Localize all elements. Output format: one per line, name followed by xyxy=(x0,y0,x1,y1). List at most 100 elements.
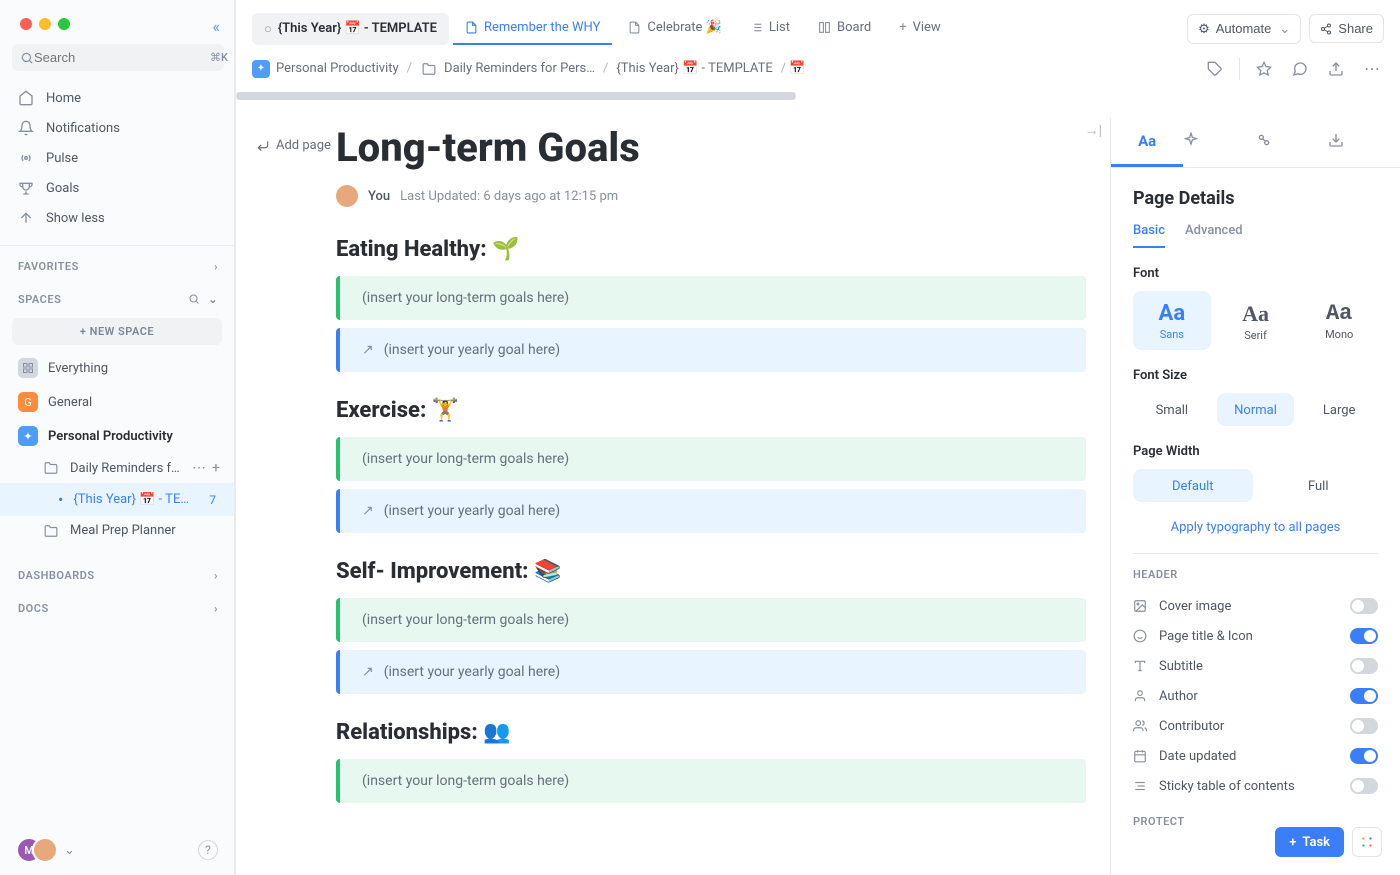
tree-personal-productivity[interactable]: ✦ Personal Productivity xyxy=(0,419,234,453)
crumb-folder[interactable]: Daily Reminders for Pers… xyxy=(420,60,595,78)
font-options: AaSans AaSerif AaMono xyxy=(1133,291,1378,350)
maximize-window-icon[interactable] xyxy=(58,18,70,30)
nav-goals[interactable]: Goals xyxy=(0,173,234,203)
docs-section[interactable]: DOCS › xyxy=(0,588,234,621)
tag-icon[interactable] xyxy=(1203,57,1227,81)
tree-everything[interactable]: Everything xyxy=(0,351,234,385)
more-icon[interactable]: ⋯ xyxy=(1360,55,1384,82)
tree-daily-reminders[interactable]: Daily Reminders f… ⋯ + xyxy=(0,453,234,483)
nav-notifications[interactable]: Notifications xyxy=(0,113,234,143)
size-normal[interactable]: Normal xyxy=(1217,393,1295,426)
row-label: Sticky table of contents xyxy=(1159,779,1295,794)
chevron-down-icon[interactable]: ⌄ xyxy=(208,293,218,306)
contributor-toggle[interactable] xyxy=(1350,718,1378,734)
row-label: Contributor xyxy=(1159,719,1224,734)
new-task-button[interactable]: + Task xyxy=(1275,827,1344,857)
favorites-section[interactable]: FAVORITES › xyxy=(0,246,234,279)
author-toggle[interactable] xyxy=(1350,688,1378,704)
new-space-button[interactable]: + NEW SPACE xyxy=(12,318,222,345)
help-icon[interactable]: ? xyxy=(198,840,218,860)
date-updated-toggle[interactable] xyxy=(1350,748,1378,764)
section-label: SPACES xyxy=(18,293,61,306)
subtab-basic[interactable]: Basic xyxy=(1133,223,1165,248)
search-icon[interactable] xyxy=(188,293,200,306)
page-title[interactable]: Long-term Goals xyxy=(336,124,1086,171)
tab-list[interactable]: List xyxy=(738,12,802,45)
folder-icon xyxy=(44,461,60,475)
document-body[interactable]: Long-term Goals You Last Updated: 6 days… xyxy=(336,118,1110,875)
relationships-tab[interactable] xyxy=(1256,118,1328,167)
page-width-label: Page Width xyxy=(1133,444,1378,459)
star-icon[interactable] xyxy=(1252,57,1276,81)
arrow-up-right-icon: ↗ xyxy=(362,664,374,680)
longterm-callout[interactable]: (insert your long-term goals here) xyxy=(336,276,1086,320)
comment-icon[interactable] xyxy=(1288,57,1312,81)
longterm-callout[interactable]: (insert your long-term goals here) xyxy=(336,598,1086,642)
more-icon[interactable]: ⋯ xyxy=(192,460,206,476)
longterm-callout[interactable]: (insert your long-term goals here) xyxy=(336,437,1086,481)
subtitle-toggle[interactable] xyxy=(1350,658,1378,674)
nav-label: Goals xyxy=(46,181,79,196)
avatar-stack[interactable]: M xyxy=(16,837,58,863)
subtab-advanced[interactable]: Advanced xyxy=(1185,223,1243,248)
ai-tab[interactable] xyxy=(1183,118,1255,167)
tab-remember-why[interactable]: Remember the WHY xyxy=(453,12,612,45)
divider xyxy=(1239,58,1240,80)
page-title-toggle[interactable] xyxy=(1350,628,1378,644)
section-heading[interactable]: Relationships: 👥 xyxy=(336,720,1086,745)
font-mono[interactable]: AaMono xyxy=(1300,291,1378,350)
home-icon xyxy=(18,90,34,106)
yearly-callout[interactable]: ↗(insert your yearly goal here) xyxy=(336,650,1086,694)
section-heading[interactable]: Eating Healthy: 🌱 xyxy=(336,237,1086,262)
close-window-icon[interactable] xyxy=(20,18,32,30)
typography-tab[interactable]: Aa xyxy=(1111,118,1183,167)
size-large[interactable]: Large xyxy=(1300,393,1378,426)
doc-icon xyxy=(628,21,641,34)
tree-meal-prep[interactable]: Meal Prep Planner xyxy=(0,516,234,545)
cover-image-toggle[interactable] xyxy=(1350,598,1378,614)
section-heading[interactable]: Exercise: 🏋️ xyxy=(336,398,1086,423)
automate-button[interactable]: ⚙ Automate ⌄ xyxy=(1187,14,1301,44)
font-sans[interactable]: AaSans xyxy=(1133,291,1211,350)
crumb-space[interactable]: ✦ Personal Productivity xyxy=(252,60,399,78)
row-label: Page title & Icon xyxy=(1159,629,1253,644)
tab-celebrate[interactable]: Celebrate 🎉 xyxy=(616,12,734,45)
collapse-right-icon[interactable]: →| xyxy=(1085,122,1102,139)
section-heading[interactable]: Self- Improvement: 📚 xyxy=(336,559,1086,584)
width-full[interactable]: Full xyxy=(1259,469,1379,502)
yearly-callout[interactable]: ↗(insert your yearly goal here) xyxy=(336,489,1086,533)
apply-all-pages-link[interactable]: Apply typography to all pages xyxy=(1133,520,1378,535)
nav-home[interactable]: Home xyxy=(0,83,234,113)
export-tab[interactable] xyxy=(1328,118,1400,167)
search-input[interactable] xyxy=(34,50,210,65)
nav-pulse[interactable]: Pulse xyxy=(0,143,234,173)
crumb-label: Personal Productivity xyxy=(276,61,399,76)
tab-this-year[interactable]: ○ {This Year} 📅 - TEMPLATE xyxy=(252,13,449,45)
sticky-toc-toggle[interactable] xyxy=(1350,778,1378,794)
tree-this-year-template[interactable]: • {This Year} 📅 - TE… 7 xyxy=(0,483,234,516)
collapse-sidebar-icon[interactable]: « xyxy=(212,17,220,36)
author-avatar[interactable] xyxy=(336,185,358,207)
font-serif[interactable]: AaSerif xyxy=(1217,291,1295,350)
longterm-callout[interactable]: (insert your long-term goals here) xyxy=(336,759,1086,803)
download-icon[interactable] xyxy=(1324,57,1348,81)
yearly-callout[interactable]: ↗(insert your yearly goal here) xyxy=(336,328,1086,372)
add-page-button[interactable]: Add page xyxy=(256,138,336,153)
search-container[interactable]: ⌘K xyxy=(12,44,224,71)
minimize-window-icon[interactable] xyxy=(39,18,51,30)
chevron-down-icon[interactable]: ⌄ xyxy=(64,843,75,858)
list-icon xyxy=(750,21,763,34)
row-sticky-toc: Sticky table of contents xyxy=(1133,771,1378,801)
horizontal-scrollbar[interactable] xyxy=(236,92,1384,100)
crumb-list[interactable]: {This Year} 📅 - TEMPLATE xyxy=(616,61,772,76)
dashboards-section[interactable]: DASHBOARDS › xyxy=(0,555,234,588)
tab-board[interactable]: Board xyxy=(806,12,883,45)
share-button[interactable]: Share xyxy=(1309,14,1384,43)
tab-add-view[interactable]: + View xyxy=(887,12,953,45)
apps-grid-button[interactable] xyxy=(1352,827,1382,857)
plus-icon[interactable]: + xyxy=(212,460,220,476)
tree-general[interactable]: G General xyxy=(0,385,234,419)
size-small[interactable]: Small xyxy=(1133,393,1211,426)
nav-show-less[interactable]: Show less xyxy=(0,203,234,233)
width-default[interactable]: Default xyxy=(1133,469,1253,502)
